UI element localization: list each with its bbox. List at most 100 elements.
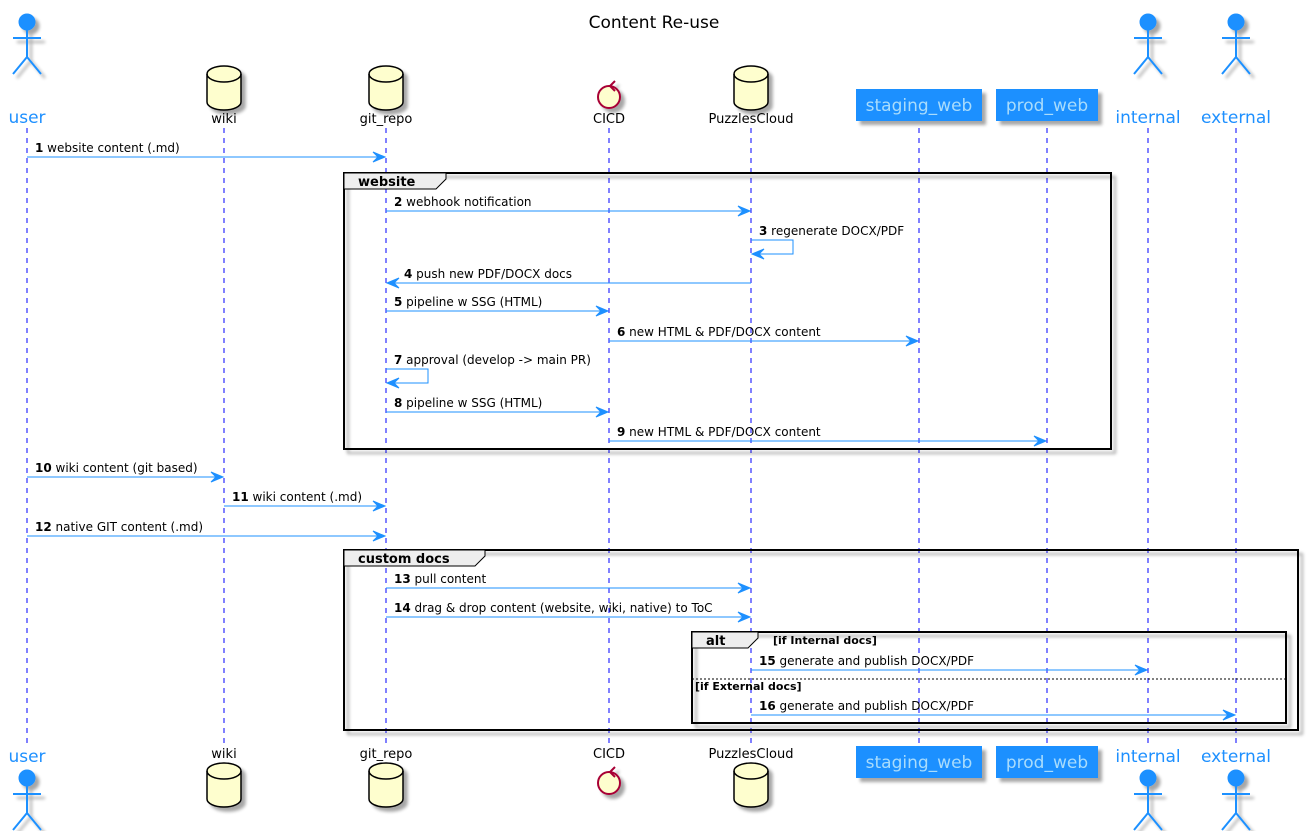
message-label: 8 pipeline w SSG (HTML)	[394, 396, 542, 410]
participant-prod_web-bottom[interactable]: prod_web	[996, 746, 1098, 778]
participant-label: external	[1201, 108, 1271, 128]
message-3: 3 regenerate DOCX/PDF	[750, 224, 904, 260]
message-11: 11 wiki content (.md)	[224, 490, 387, 512]
participant-wiki-top[interactable]: wiki	[206, 65, 242, 127]
message-label: 10 wiki content (git based)	[35, 461, 198, 475]
message-label: 16 generate and publish DOCX/PDF	[759, 699, 974, 713]
database-icon	[206, 65, 242, 111]
message-number: 4	[404, 267, 412, 281]
participant-user-bottom[interactable]: user	[8, 747, 46, 831]
participant-prod_web-top[interactable]: prod_web	[996, 89, 1098, 121]
participant-label: git_repo	[360, 747, 413, 762]
database-icon	[733, 762, 769, 808]
participant-label: CICD	[593, 112, 625, 127]
message-label: 6 new HTML & PDF/DOCX content	[617, 325, 821, 339]
participant-label: internal	[1115, 747, 1180, 767]
participant-label: wiki	[211, 747, 236, 762]
participant-git_repo-top[interactable]: git_repo	[360, 65, 413, 127]
message-number: 7	[394, 353, 402, 367]
message-label: 5 pipeline w SSG (HTML)	[394, 295, 542, 309]
message-number: 6	[617, 325, 625, 339]
participant-staging_web-top[interactable]: staging_web	[856, 89, 982, 121]
message-number: 5	[394, 295, 402, 309]
message-8: 8 pipeline w SSG (HTML)	[386, 396, 610, 418]
message-number: 12	[35, 520, 52, 534]
message-number: 10	[35, 461, 52, 475]
message-number: 8	[394, 396, 402, 410]
message-number: 2	[394, 195, 402, 209]
participant-CICD-top[interactable]: CICD	[593, 80, 625, 127]
message-13: 13 pull content	[386, 572, 752, 594]
actor-icon	[1133, 769, 1163, 831]
participant-PuzzlesCloud-bottom[interactable]: PuzzlesCloud	[708, 747, 794, 808]
message-number: 14	[394, 601, 411, 615]
participant-label: wiki	[211, 112, 236, 127]
diagram-title: Content Re-use	[589, 13, 720, 33]
actor-icon	[1221, 769, 1251, 831]
participant-label: CICD	[593, 747, 625, 762]
message-1: 1 website content (.md)	[27, 141, 387, 163]
participant-external-bottom[interactable]: external	[1201, 747, 1271, 831]
message-label: 13 pull content	[394, 572, 486, 586]
group-label: custom docs	[358, 552, 450, 567]
participant-internal-top[interactable]: internal	[1115, 13, 1181, 128]
actor-icon	[12, 769, 42, 831]
message-number: 13	[394, 572, 411, 586]
message-number: 9	[617, 425, 625, 439]
actor-icon	[1133, 13, 1163, 75]
participant-internal-bottom[interactable]: internal	[1115, 747, 1181, 831]
message-label: 7 approval (develop -> main PR)	[394, 353, 591, 367]
participant-label: external	[1201, 747, 1271, 767]
participant-label: internal	[1115, 108, 1180, 128]
message-label: 15 generate and publish DOCX/PDF	[759, 654, 974, 668]
message-6: 6 new HTML & PDF/DOCX content	[609, 325, 920, 347]
message-14: 14 drag & drop content (website, wiki, n…	[386, 601, 752, 623]
actor-icon	[1221, 13, 1251, 75]
sequence-diagram: Content Re-use website custom docs alt [if …	[8, 13, 1299, 831]
database-icon	[733, 65, 769, 111]
message-label: 1 website content (.md)	[35, 141, 180, 155]
message-2: 2 webhook notification	[386, 195, 752, 217]
participant-external-top[interactable]: external	[1201, 13, 1271, 128]
message-15: 15 generate and publish DOCX/PDF	[751, 654, 1149, 676]
participant-label: git_repo	[360, 112, 413, 127]
participant-CICD-bottom[interactable]: CICD	[593, 747, 625, 795]
participant-label: PuzzlesCloud	[708, 112, 793, 127]
participant-label: staging_web	[866, 96, 973, 116]
participant-label: prod_web	[1006, 96, 1088, 116]
group-label: alt	[706, 634, 725, 649]
message-number: 1	[35, 141, 43, 155]
alt-condition-internal: [if Internal docs]	[773, 634, 877, 647]
message-label: 11 wiki content (.md)	[232, 490, 362, 504]
actor-icon	[12, 13, 42, 75]
message-label: 14 drag & drop content (website, wiki, n…	[394, 601, 713, 615]
participant-git_repo-bottom[interactable]: git_repo	[360, 747, 413, 808]
message-number: 11	[232, 490, 249, 504]
message-4: 4 push new PDF/DOCX docs	[385, 267, 751, 289]
group-label: website	[358, 175, 416, 190]
database-icon	[368, 762, 404, 808]
database-icon	[368, 65, 404, 111]
message-number: 15	[759, 654, 776, 668]
message-9: 9 new HTML & PDF/DOCX content	[609, 425, 1048, 447]
message-label: 12 native GIT content (.md)	[35, 520, 203, 534]
control-icon	[597, 80, 621, 109]
message-number: 3	[759, 224, 767, 238]
alt-condition-external: [if External docs]	[695, 680, 802, 693]
message-16: 16 generate and publish DOCX/PDF	[751, 699, 1237, 721]
message-label: 3 regenerate DOCX/PDF	[759, 224, 904, 238]
participant-label: user	[8, 108, 45, 128]
participant-label: PuzzlesCloud	[708, 747, 793, 762]
participant-staging_web-bottom[interactable]: staging_web	[856, 746, 982, 778]
message-5: 5 pipeline w SSG (HTML)	[386, 295, 610, 317]
message-10: 10 wiki content (git based)	[27, 461, 225, 483]
participant-wiki-bottom[interactable]: wiki	[206, 747, 242, 808]
participant-user-top[interactable]: user	[8, 13, 46, 128]
message-7: 7 approval (develop -> main PR)	[385, 353, 591, 389]
message-number: 16	[759, 699, 776, 713]
participant-label: staging_web	[866, 753, 973, 773]
participant-label: prod_web	[1006, 753, 1088, 773]
participant-PuzzlesCloud-top[interactable]: PuzzlesCloud	[708, 65, 794, 127]
message-12: 12 native GIT content (.md)	[27, 520, 387, 542]
database-icon	[206, 762, 242, 808]
